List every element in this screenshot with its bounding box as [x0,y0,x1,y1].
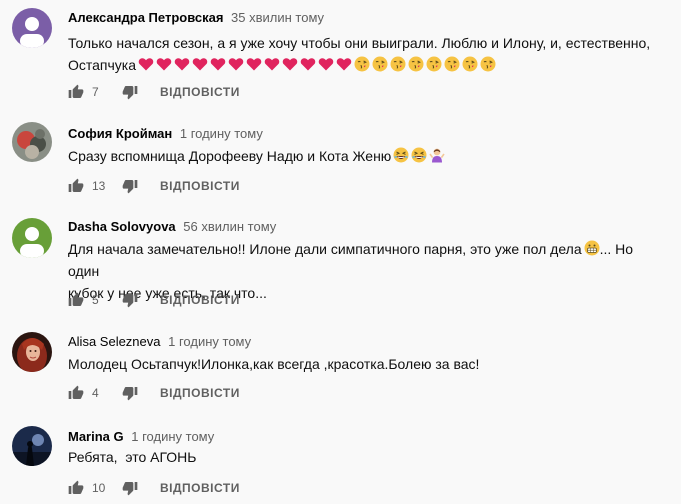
avatar[interactable] [12,426,52,466]
comment-actions: 5 ВІДПОВІСТИ [68,290,240,310]
thumb-down-icon[interactable] [122,292,138,308]
grimacing-face-emoji [584,240,600,256]
author-name[interactable]: Marina G [68,429,124,444]
red-heart-emoji [192,56,208,72]
red-heart-emoji [318,56,334,72]
red-heart-emoji [282,56,298,72]
author-name: Alisa Selezneva [68,334,161,349]
comment-actions: 7 ВІДПОВІСТИ [68,82,240,102]
comment-text-line: Остапчука [68,54,668,76]
comment-actions: 4 ВІДПОВІСТИ [68,383,240,403]
face-blowing-kiss-emoji [480,56,496,72]
comment-actions: 10 ВІДПОВІСТИ [68,478,240,498]
thumb-down-icon[interactable] [122,480,138,496]
comment-timestamp[interactable]: 35 хвилин тому [231,10,324,25]
thumb-up-icon[interactable] [68,385,84,401]
comment-thread: София Кройман 1 годину тому Сразу вспомн… [0,112,681,202]
red-heart-emoji [336,56,352,72]
emoji-row [136,56,496,73]
grinning-squinting-emoji [393,147,409,163]
reply-button[interactable]: ВІДПОВІСТИ [160,85,240,99]
face-blowing-kiss-emoji [390,56,406,72]
comment-thread: Александра Петровская 35 хвилин тому Тол… [0,0,681,110]
thumb-down-icon[interactable] [122,84,138,100]
comment-text-line: Для начала замечательно!! Илоне дали сим… [68,238,668,282]
red-heart-emoji [156,56,172,72]
like-count: 10 [92,481,106,495]
red-heart-emoji [174,56,190,72]
face-blowing-kiss-emoji [372,56,388,72]
comment-text-line: Сразу вспомнища Дорофееву Надю и Кота Же… [68,148,392,164]
comment-header: София Кройман 1 годину тому [68,126,263,142]
like-count: 4 [92,386,99,400]
face-blowing-kiss-emoji [462,56,478,72]
thumb-up-icon[interactable] [68,178,84,194]
avatar[interactable] [12,8,52,48]
comment-timestamp[interactable]: 1 годину тому [168,334,251,349]
reply-button[interactable]: ВІДПОВІСТИ [160,293,240,307]
like-count: 5 [92,293,99,307]
red-heart-emoji [246,56,262,72]
red-heart-emoji [300,56,316,72]
comment-text-line: Только начался сезон, а я уже хочу чтобы… [68,35,651,51]
comment-text-line: Ребята, это АГОНЬ [68,449,197,465]
thumb-down-icon[interactable] [122,385,138,401]
reply-button[interactable]: ВІДПОВІСТИ [160,386,240,400]
comment-header: Александра Петровская 35 хвилин тому [68,10,324,26]
face-blowing-kiss-emoji [354,56,370,72]
comment-text: Ребята, это АГОНЬ [68,446,668,468]
person-gesturing-emoji [429,147,445,163]
comment-thread: Dasha Solovyova 56 хвилин тому Для начал… [0,202,681,320]
reply-button[interactable]: ВІДПОВІСТИ [160,179,240,193]
comment-actions: 13 ВІДПОВІСТИ [68,176,240,196]
reply-button[interactable]: ВІДПОВІСТИ [160,481,240,495]
red-heart-emoji [264,56,280,72]
author-name[interactable]: Dasha Solovyova [68,219,176,234]
comment-text: Сразу вспомнища Дорофееву Надю и Кота Же… [68,145,668,167]
comment-header: Dasha Solovyova 56 хвилин тому [68,219,276,235]
author-name[interactable]: София Кройман [68,126,172,141]
comment-text: Только начался сезон, а я уже хочу чтобы… [68,32,668,76]
red-heart-emoji [138,56,154,72]
comment-timestamp[interactable]: 56 хвилин тому [183,219,276,234]
avatar[interactable] [12,218,52,258]
comment-text-segment: Для начала замечательно!! Илоне дали сим… [68,241,582,257]
like-count: 13 [92,179,106,193]
author-name[interactable]: Александра Петровская [68,10,223,25]
avatar[interactable] [12,332,52,372]
comment-thread: Alisa Selezneva 1 годину тому Молодец Ос… [0,320,681,412]
grinning-squinting-emoji [411,147,427,163]
thumb-up-icon[interactable] [68,84,84,100]
thumb-up-icon[interactable] [68,292,84,308]
comment-thread: Marina G 1 годину тому Ребята, это АГОНЬ… [0,412,681,504]
comment-header: Marina G 1 годину тому [68,429,214,445]
red-heart-emoji [210,56,226,72]
like-count: 7 [92,85,99,99]
comment-timestamp[interactable]: 1 годину тому [131,429,214,444]
emoji-row [391,147,445,164]
face-blowing-kiss-emoji [444,56,460,72]
red-heart-emoji [228,56,244,72]
comment-header: Alisa Selezneva 1 годину тому [68,334,251,350]
comment-text-segment: Остапчука [68,57,137,73]
avatar[interactable] [12,122,52,162]
thumb-down-icon[interactable] [122,178,138,194]
face-blowing-kiss-emoji [426,56,442,72]
comment-text-line: Молодец Осьтапчук!Илонка,как всегда ,кра… [68,356,480,372]
thumb-up-icon[interactable] [68,480,84,496]
face-blowing-kiss-emoji [408,56,424,72]
comment-text: Молодец Осьтапчук!Илонка,как всегда ,кра… [68,353,668,375]
comment-timestamp[interactable]: 1 годину тому [180,126,263,141]
